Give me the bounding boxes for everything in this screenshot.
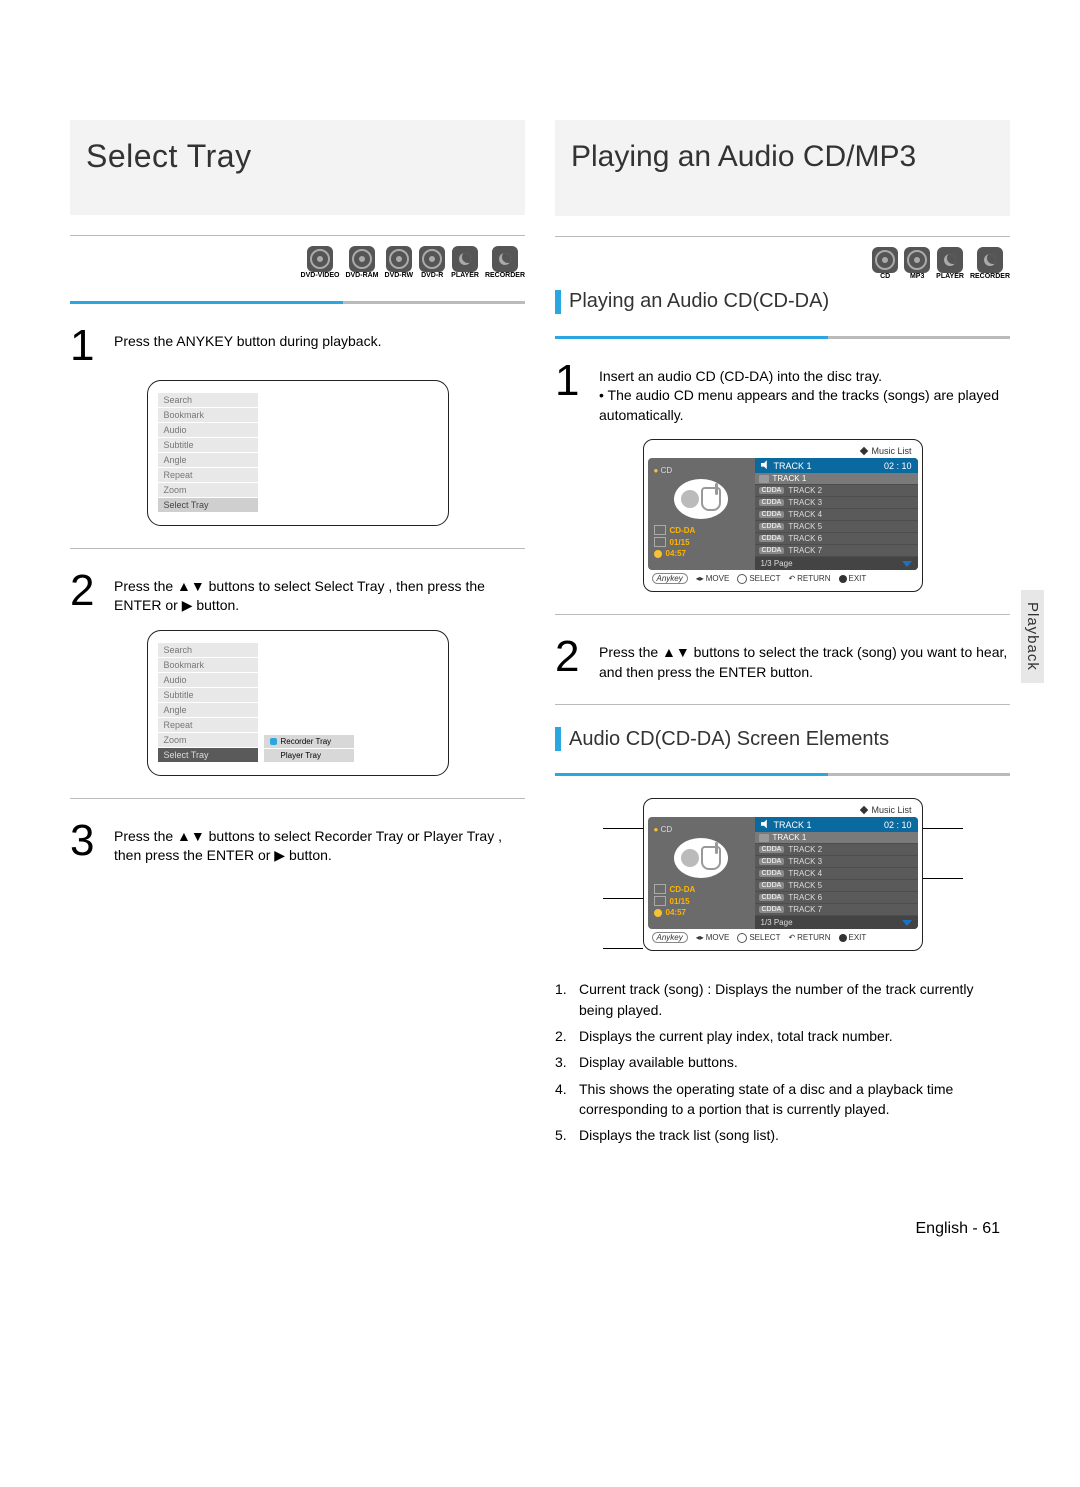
- left-compat-icons: DVD-VIDEO DVD-RAM DVD-RW DVD-R PLAYER RE…: [70, 235, 525, 279]
- menu-item: Repeat: [158, 468, 258, 482]
- clock-icon: [654, 550, 662, 558]
- anykey-button: Anykey: [652, 573, 688, 584]
- callout-line: [923, 828, 963, 829]
- player-icon: [937, 247, 963, 273]
- track-row: CDDATRACK 4: [755, 509, 918, 521]
- player-icon: [452, 246, 478, 272]
- callout-line: [603, 828, 643, 829]
- disc-icon: [872, 247, 898, 273]
- step-number-2: 2: [70, 571, 102, 616]
- section-screen-elements: Audio CD(CD-DA) Screen Elements: [555, 727, 1010, 751]
- side-tab-playback: Playback: [1021, 590, 1044, 683]
- divider: [555, 704, 1010, 705]
- step-number-1: 1: [70, 326, 102, 366]
- page-down-icon: [902, 561, 912, 567]
- callout-line: [603, 898, 643, 899]
- menu-item: Angle: [158, 453, 258, 467]
- anykey-menu-submenu-screenshot: Search Bookmark Audio Subtitle Angle Rep…: [147, 630, 449, 776]
- music-list-panel-annotated: Music List ● CD CD-DA 01/15 04:57 TRACK …: [643, 798, 923, 951]
- step-number-1: 1: [555, 361, 587, 426]
- right-step2-text: Press the ▲▼ buttons to select the track…: [599, 637, 1010, 682]
- step-number-3: 3: [70, 821, 102, 866]
- disc-icon: [386, 246, 412, 272]
- disc-icon: [419, 246, 445, 272]
- divider: [70, 798, 525, 799]
- divider: [555, 614, 1010, 615]
- recorder-icon: [977, 247, 1003, 273]
- menu-item: Subtitle: [158, 438, 258, 452]
- section-playing-audio-cd: Playing an Audio CD(CD-DA): [555, 290, 1010, 314]
- accent-divider: [555, 773, 1010, 776]
- track-row: CDDATRACK 7: [755, 545, 918, 557]
- step1-text: Press the ANYKEY button during playback.: [114, 326, 381, 366]
- anykey-menu-screenshot: Search Bookmark Audio Subtitle Angle Rep…: [147, 380, 449, 526]
- step-number-2: 2: [555, 637, 587, 682]
- diamond-icon: [860, 447, 868, 455]
- divider: [70, 548, 525, 549]
- callout-line: [923, 878, 963, 879]
- page-footer: English - 61: [0, 1212, 1080, 1278]
- step2-text: Press the ▲▼ buttons to select Select Tr…: [114, 571, 525, 616]
- disc-icon: [307, 246, 333, 272]
- index-icon: [654, 537, 666, 547]
- right-title: Playing an Audio CD/MP3: [555, 120, 1010, 216]
- screen-elements-list: 1.Current track (song) : Displays the nu…: [555, 979, 1010, 1145]
- track-row: CDDATRACK 2: [755, 485, 918, 497]
- track-row: TRACK 1: [755, 473, 918, 485]
- folder-icon: [654, 525, 666, 535]
- right-step1-text: Insert an audio CD (CD-DA) into the disc…: [599, 361, 1010, 426]
- accent-divider: [555, 336, 1010, 339]
- track-row: CDDATRACK 5: [755, 521, 918, 533]
- callout-line: [603, 948, 643, 949]
- menu-item: Search: [158, 393, 258, 407]
- menu-item: Zoom: [158, 483, 258, 497]
- play-icon: [759, 475, 769, 483]
- submenu-item: Recorder Tray: [264, 735, 354, 748]
- step3-text: Press the ▲▼ buttons to select Recorder …: [114, 821, 525, 866]
- track-row: CDDATRACK 6: [755, 533, 918, 545]
- menu-item: Bookmark: [158, 408, 258, 422]
- submenu-item: Player Tray: [264, 749, 354, 762]
- recorder-icon: [492, 246, 518, 272]
- menu-item: Audio: [158, 423, 258, 437]
- menu-item-selected: Select Tray: [158, 498, 258, 512]
- track-row: CDDATRACK 3: [755, 497, 918, 509]
- speaker-icon: [761, 460, 770, 469]
- music-list-panel: Music List ● CD CD-DA 01/15 04:57 TRACK …: [643, 439, 923, 592]
- accent-divider: [70, 301, 525, 304]
- right-compat-icons: CD MP3 PLAYER RECORDER: [555, 236, 1010, 280]
- disc-icon: [904, 247, 930, 273]
- left-title: Select Tray: [70, 120, 525, 215]
- disc-icon: [349, 246, 375, 272]
